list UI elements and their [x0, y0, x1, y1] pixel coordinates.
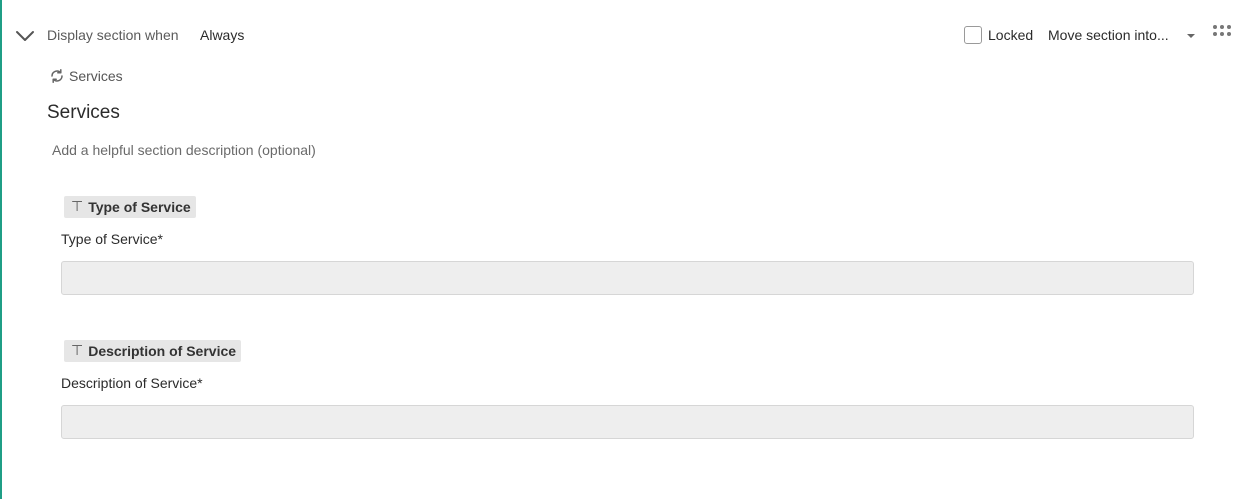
- section-description-placeholder[interactable]: Add a helpful section description (optio…: [52, 142, 316, 158]
- move-section-dropdown[interactable]: Move section into...: [1048, 27, 1169, 43]
- display-condition-label: Display section when: [47, 27, 179, 43]
- field-label-description-of-service: Description of Service*: [61, 375, 203, 391]
- text-type-icon: ⊤: [71, 343, 84, 359]
- text-type-icon: ⊤: [71, 199, 84, 215]
- sync-icon: [51, 69, 63, 83]
- display-condition-value[interactable]: Always: [200, 27, 244, 43]
- type-of-service-input[interactable]: [61, 261, 1194, 295]
- section-title[interactable]: Services: [47, 102, 120, 124]
- locked-checkbox[interactable]: [964, 26, 982, 44]
- field-tag-label: Description of Service: [88, 343, 237, 359]
- section-editor: Display section when Always Locked Move …: [0, 0, 1258, 499]
- locked-label[interactable]: Locked: [988, 27, 1033, 43]
- field-tag-description-of-service[interactable]: ⊤ Description of Service: [64, 340, 242, 362]
- field-label-type-of-service: Type of Service*: [61, 231, 163, 247]
- field-tag-type-of-service[interactable]: ⊤ Type of Service: [64, 196, 196, 218]
- description-of-service-input[interactable]: [61, 405, 1194, 439]
- chevron-down-icon[interactable]: [15, 26, 35, 46]
- linked-section-label[interactable]: Services: [69, 68, 123, 84]
- caret-down-icon[interactable]: [1187, 34, 1195, 38]
- drag-grip-icon[interactable]: [1213, 25, 1233, 39]
- field-tag-label: Type of Service: [88, 199, 191, 215]
- section-accent-bar: [0, 0, 2, 499]
